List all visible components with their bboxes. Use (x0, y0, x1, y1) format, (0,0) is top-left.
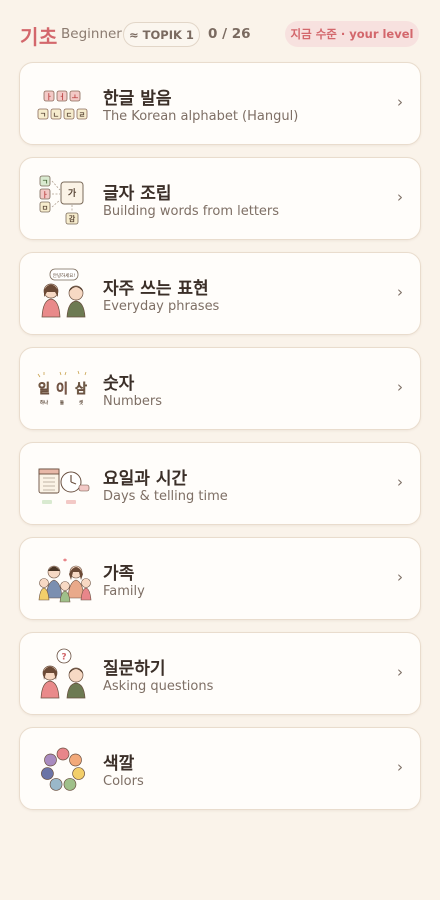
palette-swatch (72, 767, 85, 780)
lesson-card-days-time[interactable]: 요일과 시간 Days & telling time › (19, 442, 421, 525)
hangul-tile-text: ㄷ (66, 111, 72, 119)
topik-badge: ≈ TOPIK 1 (123, 22, 200, 47)
lesson-title-ko: 요일과 시간 (103, 469, 188, 489)
hangul-tile-text: ㄴ (53, 111, 59, 119)
lesson-title-en: Days & telling time (103, 489, 228, 504)
assembly-tile-text: ㅁ (42, 204, 48, 212)
chevron-right-icon: › (397, 378, 403, 396)
lesson-title-en: Family (103, 584, 145, 599)
calendar-clock-icon (34, 455, 96, 513)
progress-count: 0 / 26 (208, 26, 251, 42)
chevron-right-icon: › (397, 188, 403, 206)
header: 기초 Beginner ≈ TOPIK 1 0 / 26 지금 수준 · you… (0, 0, 440, 68)
speech-bubble-text: 안녕하세요! (53, 272, 76, 279)
chevron-right-icon: › (397, 758, 403, 776)
number-glyph: 이 (56, 381, 68, 397)
question-mark-text: ? (61, 653, 66, 663)
lesson-title-ko: 자주 쓰는 표현 (103, 279, 209, 299)
palette-swatch (69, 753, 82, 767)
hangul-tile-text: ㄱ (40, 111, 46, 119)
palette-swatch (41, 767, 54, 780)
lesson-card-family[interactable]: 가족 Family › (19, 537, 421, 620)
lesson-card-hangul[interactable]: ㅏ ㅓ ㅗ ㄱ ㄴ ㄷ ㄹ 한글 발음 The Korean alphabet … (19, 62, 421, 145)
lesson-title-en: Building words from letters (103, 204, 280, 219)
number-glyph: 일 (38, 382, 50, 397)
level-subtitle: Beginner (61, 26, 122, 42)
hangul-tiles-icon: ㅏ ㅓ ㅗ ㄱ ㄴ ㄷ ㄹ (34, 75, 96, 133)
lesson-title-ko: 글자 조립 (103, 184, 172, 204)
lesson-title-ko: 색깔 (103, 754, 135, 774)
lesson-card-colors[interactable]: 색깔 Colors › (19, 727, 421, 810)
number-caption: 둘 (60, 399, 64, 406)
lesson-title-ko: 숫자 (103, 374, 135, 394)
palette-swatch (49, 778, 63, 791)
assembly-tile-text: 감 (69, 214, 76, 223)
lesson-title-en: Everyday phrases (103, 299, 220, 314)
hangul-tile-text: ㅏ (46, 92, 52, 101)
chevron-right-icon: › (397, 568, 403, 586)
assembly-tile-text: ㅏ (42, 190, 48, 199)
chevron-right-icon: › (397, 473, 403, 491)
hangul-tile-text: ㅗ (72, 93, 79, 101)
lesson-title-en: The Korean alphabet (Hangul) (103, 109, 299, 124)
letter-assembly-icon: ㄱ ㅏ ㅁ 가 감 (34, 170, 96, 228)
lesson-card-numbers[interactable]: 일 이 삼 하나 둘 셋 숫자 Numbers › (19, 347, 421, 430)
number-caption: 셋 (79, 399, 83, 406)
palette-swatch (56, 747, 70, 761)
lesson-title-en: Numbers (103, 394, 162, 409)
number-glyph: 삼 (75, 381, 87, 397)
assembly-tile-text: 가 (68, 187, 77, 199)
lesson-title-ko: 한글 발음 (103, 89, 172, 109)
hangul-tile-text: ㅓ (59, 92, 65, 101)
lesson-card-everyday-phrases[interactable]: 안녕하세요! 자주 쓰는 표현 Everyday phrases › (19, 252, 421, 335)
palette-swatch (44, 753, 57, 767)
lesson-card-asking-questions[interactable]: ? 질문하기 Asking questions › (19, 632, 421, 715)
number-caption: 하나 (40, 399, 49, 406)
palette-swatch (63, 778, 77, 791)
hangul-tile-text: ㄹ (79, 111, 85, 119)
lesson-title-en: Asking questions (103, 679, 214, 694)
chevron-right-icon: › (397, 663, 403, 681)
assembly-tile-text: ㄱ (42, 178, 48, 186)
lesson-title-ko: 질문하기 (103, 659, 166, 679)
color-palette-icon (34, 740, 96, 798)
family-icon (34, 550, 96, 608)
numbers-icon: 일 이 삼 하나 둘 셋 (34, 360, 96, 418)
question-people-icon: ? (34, 645, 96, 703)
lesson-card-building-words[interactable]: ㄱ ㅏ ㅁ 가 감 글자 조립 Building words from lett… (19, 157, 421, 240)
greeting-people-icon: 안녕하세요! (34, 265, 96, 323)
chevron-right-icon: › (397, 283, 403, 301)
lesson-title-ko: 가족 (103, 564, 135, 584)
chevron-right-icon: › (397, 93, 403, 111)
your-level-button[interactable]: 지금 수준 · your level (285, 21, 419, 47)
lesson-title-en: Colors (103, 774, 144, 789)
level-title: 기초 (20, 25, 58, 49)
